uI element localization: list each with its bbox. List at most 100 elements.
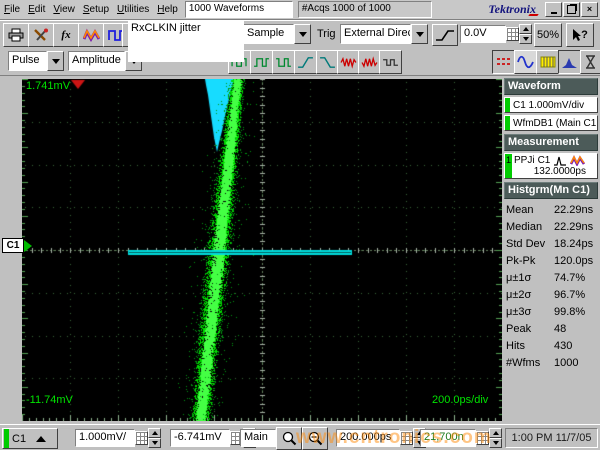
channel-color-strip xyxy=(4,429,9,448)
menu-help[interactable]: Help xyxy=(153,2,182,17)
zoom-out-button[interactable] xyxy=(302,427,328,450)
neg-jitter-icon xyxy=(361,56,378,69)
measure-rise-time-button[interactable] xyxy=(294,50,317,74)
measure-jitter-summary-button[interactable] xyxy=(379,50,402,74)
vertical-scale-group: 1.000mV/ xyxy=(75,429,161,447)
horizontal-delay-stepper xyxy=(489,428,502,448)
histogram-bars-icon xyxy=(540,56,556,68)
stat-label: μ±2σ xyxy=(506,289,554,301)
stat-value: 430 xyxy=(554,340,572,352)
close-button[interactable]: × xyxy=(581,2,598,17)
stat-label: #Wfms xyxy=(506,357,554,369)
math-button[interactable]: fx xyxy=(53,23,79,47)
step-up-button[interactable] xyxy=(148,428,161,438)
tools-icon xyxy=(33,28,49,42)
chevron-down-icon xyxy=(299,32,307,37)
utility-tools-button[interactable] xyxy=(28,23,54,47)
measurement-panel-header: Measurement xyxy=(504,134,598,151)
clock-text: 1:00 PM 11/7/05 xyxy=(512,432,592,444)
toolbar-main: fx C Sample Trig External Direct xyxy=(0,20,600,48)
measure-neg-jitter-button[interactable] xyxy=(358,50,381,74)
channel-color-strip xyxy=(505,116,510,130)
horizontal-delay-field[interactable]: 21,700n xyxy=(420,429,476,447)
keypad-icon[interactable] xyxy=(506,27,519,41)
keypad-icon[interactable] xyxy=(135,431,148,445)
waveform-view-button[interactable] xyxy=(514,50,537,74)
minimize-button[interactable] xyxy=(545,2,562,17)
menu-file[interactable]: File xyxy=(0,2,24,17)
trigger-level-group: 0.0V xyxy=(460,25,532,43)
waveform-database-button[interactable]: WfmDB1 (Main C1 xyxy=(504,115,598,131)
vertical-offset-field[interactable]: -6.741mV xyxy=(170,429,230,447)
histogram-bars-button[interactable] xyxy=(536,50,559,74)
stat-value: 1000 xyxy=(554,357,578,369)
context-help-button[interactable]: ? xyxy=(566,23,594,47)
minimize-icon xyxy=(551,6,557,14)
channel-color-strip xyxy=(505,98,510,112)
scope-canvas[interactable] xyxy=(22,79,502,421)
keypad-icon[interactable] xyxy=(476,431,489,445)
step-up-button[interactable] xyxy=(489,428,502,438)
channel-select-button[interactable]: C1 xyxy=(2,428,58,449)
measure-category-dropdown[interactable]: Pulse xyxy=(8,51,64,71)
stat-row: Pk-Pk120.0ps xyxy=(504,252,598,269)
acquisition-mode-dropdown[interactable]: Sample xyxy=(243,24,311,44)
measure-pos-jitter-button[interactable] xyxy=(337,50,360,74)
trigger-slope-button[interactable] xyxy=(432,24,458,46)
graticule-display[interactable] xyxy=(22,79,502,421)
stat-label: Mean xyxy=(506,204,554,216)
step-down-button[interactable] xyxy=(489,438,502,448)
measure-pos-width-button[interactable] xyxy=(250,50,273,74)
histogram-stats: Mean22.29ns Median22.29ns Std Dev18.24ps… xyxy=(504,201,598,371)
tooltip-text: RxCLKIN jitter xyxy=(131,22,201,34)
step-up-button[interactable] xyxy=(519,24,532,34)
eye-diagram-icon xyxy=(584,55,597,69)
waveform-button[interactable] xyxy=(78,23,104,47)
menu-utilities[interactable]: Utilities xyxy=(113,2,153,17)
display-style-button[interactable] xyxy=(492,50,515,74)
menu-setup[interactable]: Setup xyxy=(79,2,113,17)
close-icon: × xyxy=(587,5,592,14)
vertical-scale-field[interactable]: 1.000mV/ xyxy=(75,429,135,447)
stat-value: 96.7% xyxy=(554,289,585,301)
stat-row: Mean22.29ns xyxy=(504,201,598,218)
pos-width-icon xyxy=(253,56,270,69)
menu-edit[interactable]: Edit xyxy=(24,2,49,17)
arrow-down-icon xyxy=(493,441,499,445)
channel-arrow-icon xyxy=(24,240,32,252)
measure-category-value: Pulse xyxy=(8,51,47,71)
horizontal-scale-field[interactable]: 200.000ps xyxy=(336,429,400,447)
set-50-percent-button[interactable]: 50% xyxy=(534,23,562,47)
dropdown-arrow-icon[interactable] xyxy=(411,24,428,44)
histogram-peak-button[interactable] xyxy=(558,50,581,74)
keypad-icon[interactable] xyxy=(400,431,413,445)
histogram-peak-icon xyxy=(561,56,578,69)
step-down-button[interactable] xyxy=(519,34,532,44)
dropdown-arrow-icon[interactable] xyxy=(47,51,64,71)
print-button[interactable] xyxy=(3,23,29,47)
arrow-up-icon xyxy=(152,431,158,435)
stat-value: 74.7% xyxy=(554,272,585,284)
step-down-button[interactable] xyxy=(148,438,161,448)
clock-display: 1:00 PM 11/7/05 xyxy=(505,428,598,448)
pos-jitter-icon xyxy=(340,56,357,69)
measure-fall-time-button[interactable] xyxy=(316,50,339,74)
eye-diagram-button[interactable] xyxy=(580,50,600,74)
fall-time-icon xyxy=(319,56,336,69)
measure-neg-width-button[interactable] xyxy=(272,50,295,74)
restore-button[interactable] xyxy=(563,2,580,17)
zoom-in-button[interactable] xyxy=(276,427,302,450)
measurement-readout-button[interactable]: 1 PPJi C1 132.0000ps xyxy=(504,153,598,179)
tektronix-logo: Tektronix xyxy=(488,2,536,17)
measure-type-value: Amplitude xyxy=(68,51,125,71)
channel-marker[interactable]: C1 xyxy=(2,238,32,253)
menu-view[interactable]: View xyxy=(49,2,79,17)
trigger-level-field[interactable]: 0.0V xyxy=(460,25,506,43)
horizontal-mode-field[interactable]: Main xyxy=(240,429,276,447)
arrow-up-icon xyxy=(493,431,499,435)
bottom-volts-label: -11.74mV xyxy=(26,394,73,406)
trigger-source-dropdown[interactable]: External Direct xyxy=(340,24,428,44)
dropdown-arrow-icon[interactable] xyxy=(294,24,311,44)
waveform-channel-button[interactable]: C1 1.000mV/div xyxy=(504,97,598,113)
stat-value: 48 xyxy=(554,323,566,335)
